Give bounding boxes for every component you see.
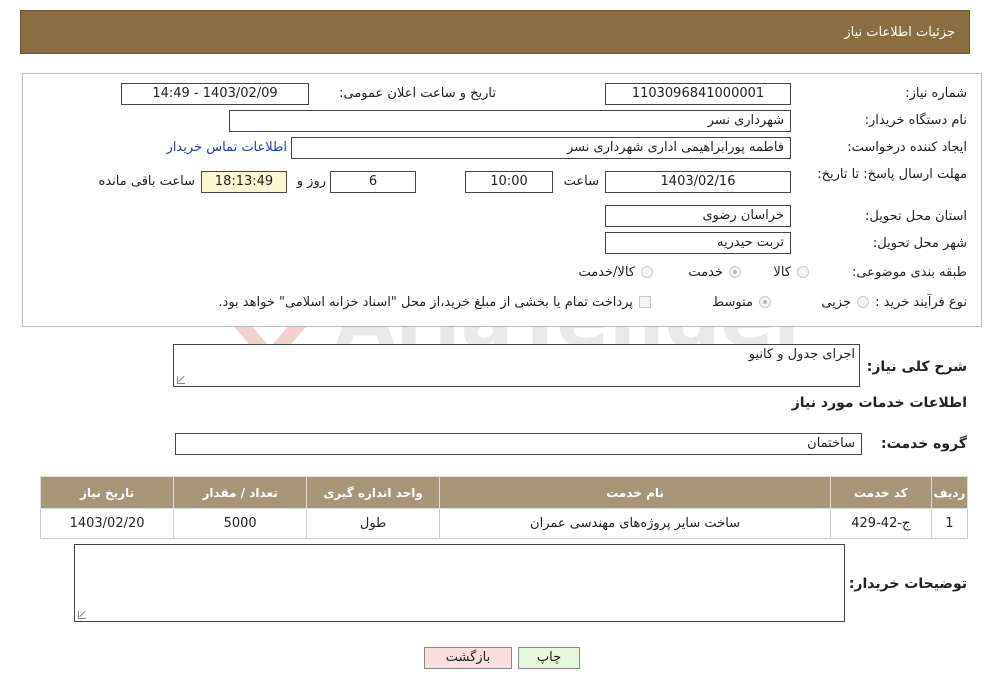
province-label: استان محل تحویل:: [865, 209, 967, 224]
buyer-org-field: شهرداری نسر: [229, 110, 791, 132]
cell-quantity: 5000: [173, 508, 308, 539]
announce-datetime-field: 1403/02/09 - 14:49: [121, 83, 309, 105]
requester-label: ایجاد کننده درخواست:: [847, 140, 967, 155]
service-group-field: ساختمان: [175, 433, 862, 455]
summary-text: اجرای جدول و کانیو: [748, 347, 855, 362]
resize-handle-icon[interactable]: [78, 611, 86, 619]
cell-service-name: ساخت سایر پروژه‌های مهندسی عمران: [439, 508, 831, 539]
announce-datetime-label: تاریخ و ساعت اعلان عمومی:: [339, 86, 496, 101]
resize-handle-icon[interactable]: [177, 376, 185, 384]
column-header-unit: واحد اندازه گیری: [306, 476, 441, 509]
service-group-label: گروه خدمت:: [881, 436, 967, 452]
purchase-type-label: نوع فرآیند خرید :: [875, 295, 967, 310]
table-row: 1 ج-42-429 ساخت سایر پروژه‌های مهندسی عم…: [39, 508, 969, 539]
need-details-panel: شماره نیاز: 1103096841000001 تاریخ و ساع…: [22, 73, 982, 327]
treasury-payment-checkbox[interactable]: [639, 296, 651, 308]
city-label: شهر محل تحویل:: [872, 236, 967, 251]
cell-need-date: 1403/02/20: [39, 508, 175, 539]
services-title: اطلاعات خدمات مورد نیاز: [791, 395, 967, 411]
city-field: تربت حیدریه: [605, 232, 791, 254]
summary-textarea[interactable]: اجرای جدول و کانیو: [173, 344, 860, 387]
cell-service-code: ج-42-429: [829, 508, 932, 539]
cell-unit: طول: [306, 508, 441, 539]
requester-field: فاطمه پورابراهیمی اداری شهرداری نسر: [291, 137, 791, 159]
services-table: ردیف کد خدمت نام خدمت واحد اندازه گیری ت…: [39, 476, 969, 539]
deadline-date-field: 1403/02/16: [605, 171, 791, 193]
purchase-option-minor: جزیی: [821, 295, 851, 310]
buyer-contact-link[interactable]: اطلاعات تماس خریدار: [167, 140, 287, 155]
category-radio-goods[interactable]: [797, 266, 809, 278]
column-header-row-number: ردیف: [930, 476, 969, 509]
page-header: جزئیات اطلاعات نیاز: [20, 10, 970, 54]
province-field: خراسان رضوی: [605, 205, 791, 227]
time-remaining-label: ساعت باقی مانده: [98, 174, 195, 189]
days-remaining-field: 6: [330, 171, 416, 193]
need-number-field: 1103096841000001: [605, 83, 791, 105]
category-radio-service[interactable]: [729, 266, 741, 278]
column-header-need-date: تاریخ نیاز: [39, 476, 175, 509]
page-title: جزئیات اطلاعات نیاز: [844, 24, 955, 40]
column-header-quantity: تعداد / مقدار: [173, 476, 308, 509]
category-radio-goods-service[interactable]: [641, 266, 653, 278]
category-label: طبقه بندی موضوعی:: [851, 265, 967, 280]
purchase-option-medium: متوسط: [712, 295, 753, 310]
print-button[interactable]: چاپ: [518, 647, 580, 669]
column-header-service-code: کد خدمت: [829, 476, 932, 509]
buyer-org-label: نام دستگاه خریدار:: [864, 113, 967, 128]
column-header-service-name: نام خدمت: [439, 476, 831, 509]
cell-row-number: 1: [930, 508, 969, 539]
category-option-goods: کالا: [773, 265, 791, 280]
buyer-notes-label: توضیحات خریدار:: [848, 576, 967, 592]
deadline-time-field: 10:00: [465, 171, 553, 193]
deadline-label: مهلت ارسال پاسخ: تا تاریخ:: [817, 167, 967, 182]
treasury-payment-note: پرداخت تمام یا بخشی از مبلغ خرید،از محل …: [218, 295, 633, 310]
time-remaining-field: 18:13:49: [201, 171, 287, 193]
purchase-radio-minor[interactable]: [857, 296, 869, 308]
buyer-notes-textarea[interactable]: [74, 544, 845, 622]
deadline-time-label: ساعت: [563, 174, 599, 189]
need-number-label: شماره نیاز:: [905, 86, 967, 101]
category-option-service: خدمت: [688, 265, 723, 280]
summary-label: شرح کلی نیاز:: [866, 359, 967, 375]
category-option-goods-service: کالا/خدمت: [578, 265, 635, 280]
table-header-row: ردیف کد خدمت نام خدمت واحد اندازه گیری ت…: [39, 476, 969, 509]
purchase-radio-medium[interactable]: [759, 296, 771, 308]
back-button[interactable]: بازگشت: [424, 647, 512, 669]
days-label: روز و: [296, 174, 326, 189]
